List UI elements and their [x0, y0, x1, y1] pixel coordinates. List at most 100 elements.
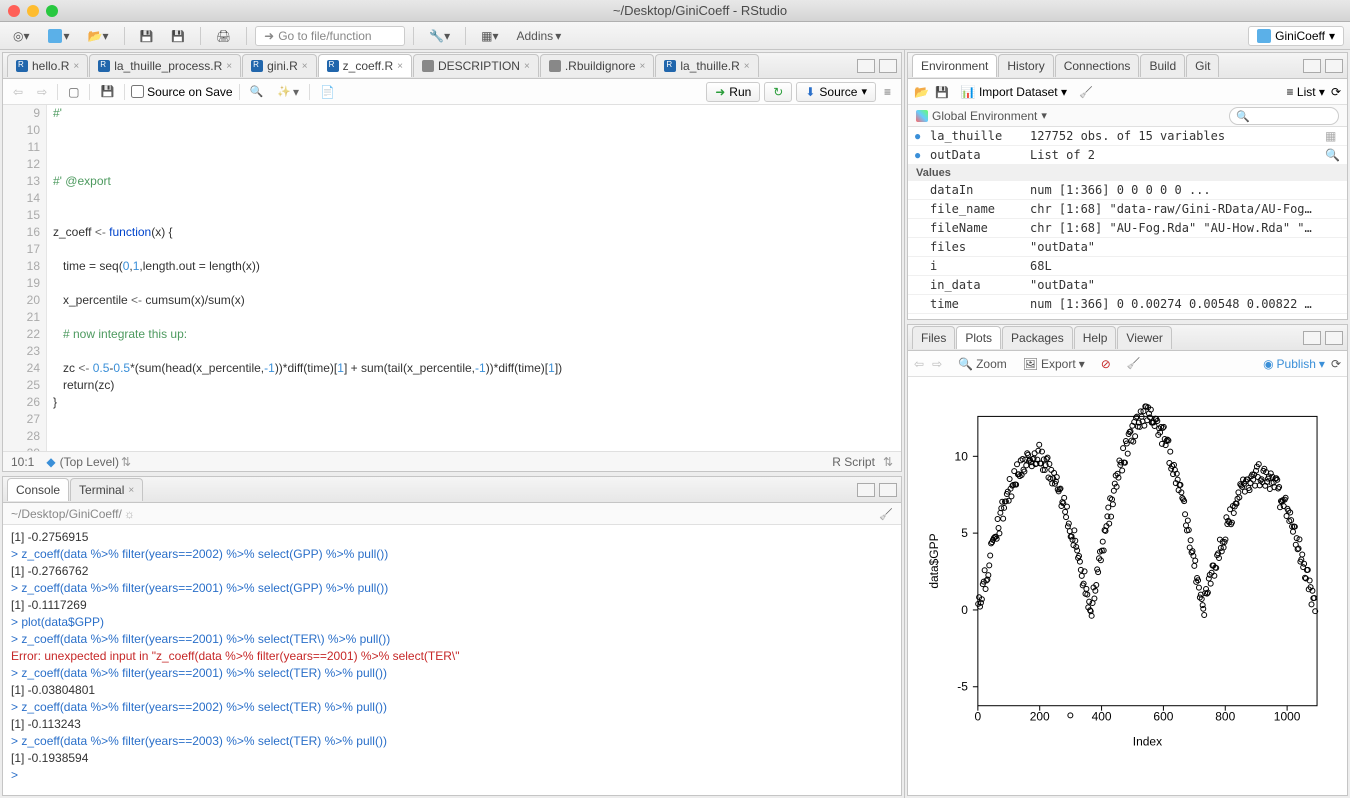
maximize-pane-button[interactable]	[1325, 331, 1343, 345]
maximize-pane-button[interactable]	[879, 483, 897, 497]
maximize-pane-button[interactable]	[1325, 59, 1343, 73]
minimize-window-button[interactable]	[27, 5, 39, 17]
clear-env-button[interactable]	[1079, 85, 1093, 99]
nav-back-button[interactable]	[9, 83, 27, 101]
tab-la-thuille-process[interactable]: la_thuille_process.R×	[89, 54, 241, 77]
tab-connections[interactable]: Connections	[1055, 54, 1140, 77]
clear-plots-button[interactable]	[1127, 357, 1141, 370]
env-value-row[interactable]: fileNamechr [1:68] "AU-Fog.Rda" "AU-How.…	[908, 219, 1347, 238]
nav-forward-button[interactable]	[33, 83, 51, 101]
source-on-save-check[interactable]: Source on Save	[131, 85, 232, 99]
tab-z-coeff[interactable]: z_coeff.R×	[318, 54, 412, 77]
import-dataset-button[interactable]: 📊 Import Dataset ▾	[961, 85, 1067, 99]
r-file-icon	[16, 60, 28, 72]
env-toolbar: 📂 📊 Import Dataset ▾ ≡ List ▾ ⟳	[908, 79, 1347, 105]
go-to-file-input[interactable]: ➜ Go to file/function	[255, 26, 405, 46]
rerun-button[interactable]: ↻	[764, 82, 792, 102]
close-icon[interactable]: ×	[226, 61, 232, 72]
env-scope[interactable]: Global Environment ▾	[908, 105, 1347, 127]
remove-plot-button[interactable]: ⊘	[1101, 357, 1111, 371]
project-name: GiniCoeff	[1275, 29, 1325, 43]
tab-environment[interactable]: Environment	[912, 54, 997, 77]
refresh-button[interactable]: ⟳	[1331, 85, 1341, 99]
svg-text:10: 10	[955, 449, 969, 463]
text-file-icon	[422, 60, 434, 72]
tab-viewer[interactable]: Viewer	[1117, 326, 1171, 349]
maximize-pane-button[interactable]	[879, 59, 897, 73]
console-output[interactable]: [1] -0.2756915> z_coeff(data %>% filter(…	[3, 525, 901, 795]
tab-hello[interactable]: hello.R×	[7, 54, 88, 77]
tab-console[interactable]: Console	[7, 478, 69, 501]
close-icon[interactable]: ×	[302, 61, 308, 72]
save-all-button[interactable]	[164, 26, 192, 46]
minimize-pane-button[interactable]	[1303, 59, 1321, 73]
tab-git[interactable]: Git	[1186, 54, 1219, 77]
close-window-button[interactable]	[8, 5, 20, 17]
tools-button[interactable]: 🔧▾	[422, 26, 457, 46]
outline-button[interactable]: ≡	[880, 83, 895, 101]
source-tabs: hello.R× la_thuille_process.R× gini.R× z…	[3, 53, 901, 79]
prev-plot-button[interactable]	[914, 357, 924, 371]
minimize-pane-button[interactable]	[857, 483, 875, 497]
run-button[interactable]: ➜Run	[706, 82, 760, 102]
close-icon[interactable]: ×	[744, 61, 750, 72]
list-view-button[interactable]: ≡ List ▾	[1287, 85, 1325, 99]
compile-report-button[interactable]: 📄	[316, 83, 339, 101]
code-tools-button[interactable]: ▾	[273, 83, 303, 101]
minimize-pane-button[interactable]	[1303, 331, 1321, 345]
new-project-button[interactable]: ▾	[41, 26, 77, 46]
close-icon[interactable]: ×	[640, 61, 646, 72]
minimize-pane-button[interactable]	[857, 59, 875, 73]
tab-history[interactable]: History	[998, 54, 1053, 77]
separator	[465, 27, 466, 45]
maximize-window-button[interactable]	[46, 5, 58, 17]
code-editor[interactable]: 9101112131415161718192021222324252627282…	[3, 105, 901, 451]
env-value-row[interactable]: in_data"outData"	[908, 276, 1347, 295]
tab-gini[interactable]: gini.R×	[242, 54, 317, 77]
close-icon[interactable]: ×	[524, 61, 530, 72]
env-value-row[interactable]: file_namechr [1:68] "data-raw/Gini-RData…	[908, 200, 1347, 219]
new-file-button[interactable]: ◎▾	[6, 26, 37, 46]
project-menu[interactable]: GiniCoeff ▾	[1248, 26, 1344, 46]
grid-button[interactable]: ▦▾	[474, 26, 505, 46]
close-icon[interactable]: ×	[128, 485, 134, 496]
tab-plots[interactable]: Plots	[956, 326, 1001, 349]
tab-la-thuille[interactable]: la_thuille.R×	[655, 54, 758, 77]
export-button[interactable]: 🖼 Export ▾	[1023, 357, 1085, 371]
tab-build[interactable]: Build	[1140, 54, 1185, 77]
env-value-row[interactable]: files"outData"	[908, 238, 1347, 257]
env-row[interactable]: ●la_thuille127752 obs. of 15 variables▦	[908, 127, 1347, 146]
tab-packages[interactable]: Packages	[1002, 326, 1073, 349]
tab-description[interactable]: DESCRIPTION×	[413, 54, 539, 77]
scope-selector[interactable]: (Top Level)	[60, 455, 119, 469]
env-search-input[interactable]	[1229, 107, 1339, 125]
env-row[interactable]: ●outDataList of 2🔍	[908, 146, 1347, 165]
clear-console-button[interactable]	[879, 507, 893, 521]
save-file-button[interactable]	[96, 83, 118, 100]
close-icon[interactable]: ×	[397, 61, 403, 72]
tab-rbuildignore[interactable]: .Rbuildignore×	[540, 54, 655, 77]
tab-help[interactable]: Help	[1074, 326, 1117, 349]
refresh-plot-button[interactable]: ⟳	[1331, 357, 1341, 371]
source-button[interactable]: ⬇Source ▾	[796, 82, 876, 102]
env-value-row[interactable]: i68L	[908, 257, 1347, 276]
svg-text:200: 200	[1030, 710, 1050, 724]
zoom-button[interactable]: 🔍 Zoom	[958, 357, 1007, 371]
env-value-row[interactable]: timenum [1:366] 0 0.00274 0.00548 0.0082…	[908, 295, 1347, 314]
tab-terminal[interactable]: Terminal×	[70, 478, 143, 501]
save-workspace-button[interactable]	[935, 85, 949, 99]
close-icon[interactable]: ×	[73, 61, 79, 72]
env-value-row[interactable]: dataInnum [1:366] 0 0 0 0 0 ...	[908, 181, 1347, 200]
addins-button[interactable]: Addins ▾	[509, 26, 568, 46]
save-button[interactable]	[133, 26, 161, 46]
tab-files[interactable]: Files	[912, 326, 955, 349]
find-button[interactable]	[246, 83, 268, 100]
publish-button[interactable]: ◉ Publish ▾	[1263, 357, 1325, 371]
cursor-position: 10:1	[11, 455, 34, 469]
load-workspace-button[interactable]: 📂	[914, 85, 929, 99]
open-file-button[interactable]: 📂▾	[81, 26, 116, 46]
show-in-new-window-button[interactable]: ▢	[64, 83, 83, 101]
next-plot-button[interactable]	[932, 357, 942, 371]
print-button[interactable]: 🖨	[209, 26, 238, 46]
file-type[interactable]: R Script	[832, 455, 875, 469]
